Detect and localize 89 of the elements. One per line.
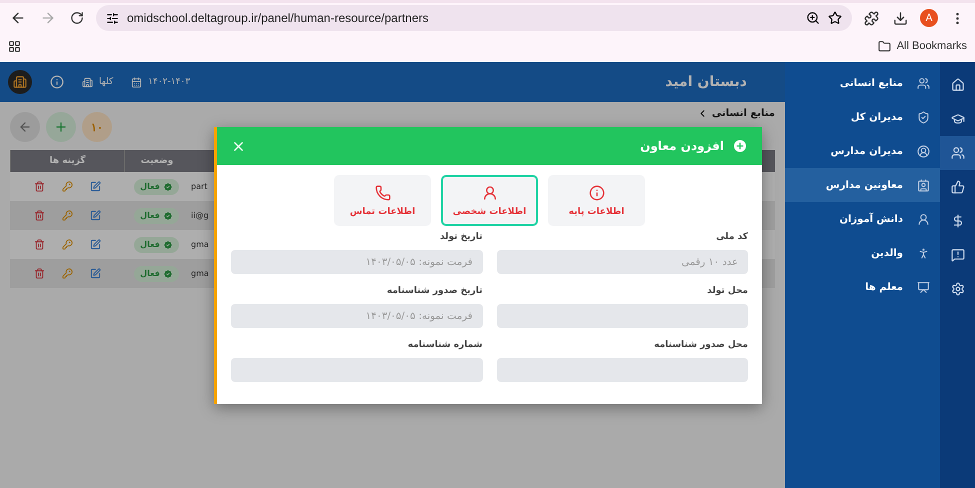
field-label: کد ملی	[715, 232, 748, 242]
board-icon	[917, 280, 930, 294]
edit-icon[interactable]	[90, 268, 100, 279]
star-icon[interactable]	[828, 11, 842, 25]
all-bookmarks-link[interactable]: All Bookmarks	[878, 40, 967, 52]
table-cell: gma	[191, 240, 209, 249]
download-icon	[893, 10, 908, 26]
forward-arrow-icon	[40, 10, 56, 26]
delete-icon[interactable]	[34, 181, 44, 192]
status-chip: فعال	[134, 208, 179, 224]
section-tab[interactable]: اطلاعات تماس	[334, 175, 431, 226]
field-label: تاریخ تولد	[438, 232, 482, 242]
key-icon[interactable]	[62, 239, 72, 250]
dialog-title: افزودن معاون	[639, 139, 724, 153]
sidebar-item[interactable]: معلم ها	[785, 270, 940, 304]
edit-icon[interactable]	[90, 181, 100, 192]
section-tab[interactable]: اطلاعات شخصی	[441, 175, 538, 226]
user-circle-icon	[917, 144, 930, 158]
apps-icon[interactable]	[8, 40, 21, 52]
thumbs-up-icon	[950, 180, 964, 194]
sidebar-item[interactable]: دانش آموزان	[785, 202, 940, 236]
graduation-cap-icon	[950, 112, 964, 126]
table-cell: ii@g	[191, 211, 209, 220]
input-field[interactable]: فرمت نمونه: ۱۴۰۳/۰۵/۰۵	[231, 250, 482, 274]
delete-icon[interactable]	[34, 210, 44, 221]
key-icon[interactable]	[62, 210, 72, 221]
url-text: omidschool.deltagroup.ir/panel/human-resource/partners	[127, 11, 430, 25]
input-field[interactable]	[496, 304, 748, 328]
field-label: محل صدور شناسنامه	[653, 340, 748, 350]
table-cell: gma	[191, 269, 209, 278]
scope-label: کلها	[99, 77, 114, 87]
field-label: تاریخ صدور شناسنامه	[386, 286, 482, 296]
plus-icon	[54, 120, 68, 134]
section-tab[interactable]: اطلاعات پایه	[548, 175, 645, 226]
address-bar[interactable]: omidschool.deltagroup.ir/panel/human-resource/partners	[96, 5, 852, 31]
user-icon	[917, 212, 930, 226]
status-chip: فعال	[134, 178, 179, 194]
key-icon[interactable]	[62, 268, 72, 279]
building-icon	[82, 76, 93, 88]
school-logo	[8, 70, 32, 94]
school-year: ۱۴۰۲-۱۴۰۳	[148, 77, 190, 87]
folder-icon	[878, 40, 891, 52]
delete-icon[interactable]	[34, 268, 44, 279]
input-field[interactable]: عدد ۱۰ رقمی	[496, 250, 748, 274]
input-field[interactable]: فرمت نمونه: ۱۴۰۳/۰۵/۰۵	[231, 304, 482, 328]
check-badge-icon	[162, 240, 173, 250]
calendar-icon	[131, 76, 142, 88]
user-icon	[482, 184, 498, 200]
status-chip: فعال	[134, 266, 179, 282]
message-alert-icon	[950, 248, 964, 262]
site-settings-icon[interactable]	[106, 12, 119, 24]
reload-button[interactable]	[68, 9, 86, 27]
figure-icon	[917, 246, 930, 260]
reload-icon	[70, 11, 84, 25]
edit-icon[interactable]	[90, 210, 100, 221]
users-icon	[917, 76, 930, 90]
rail-button[interactable]	[940, 136, 975, 170]
id-badge-icon	[917, 178, 930, 192]
sidebar-item[interactable]: والدین	[785, 236, 940, 270]
delete-icon[interactable]	[34, 239, 44, 250]
sidebar-item[interactable]: منابع انسانی	[785, 66, 940, 100]
status-chip: فعال	[134, 236, 179, 252]
input-field[interactable]	[231, 358, 482, 382]
phone-icon	[374, 184, 390, 200]
add-icon	[732, 138, 748, 154]
check-badge-icon	[162, 268, 173, 278]
users-icon	[950, 146, 964, 160]
extensions-button[interactable]	[862, 8, 881, 28]
shield-icon	[917, 110, 930, 124]
sidebar-item[interactable]: مدیران مدارس	[785, 134, 940, 168]
sidebar-item[interactable]: معاونین مدارس	[785, 168, 940, 202]
table-cell: part	[191, 182, 208, 191]
puzzle-icon	[864, 10, 879, 26]
info-icon	[588, 184, 604, 200]
check-badge-icon	[162, 182, 173, 192]
zoom-icon[interactable]	[806, 11, 820, 25]
info-icon[interactable]	[50, 75, 64, 89]
input-field[interactable]	[496, 358, 748, 382]
check-badge-icon	[162, 210, 173, 220]
home-icon	[950, 78, 964, 92]
sidebar-item[interactable]: مدیران کل	[785, 100, 940, 134]
field-label: محل تولد	[706, 286, 748, 296]
breadcrumb-item[interactable]: منابع انسانی	[712, 108, 775, 119]
profile-avatar[interactable]: A	[920, 9, 938, 27]
settings-icon	[950, 282, 964, 296]
key-icon[interactable]	[62, 181, 72, 192]
field-label: شماره شناسنامه	[406, 340, 482, 350]
school-title: دبستان امید	[665, 74, 748, 90]
edit-icon[interactable]	[90, 239, 100, 250]
